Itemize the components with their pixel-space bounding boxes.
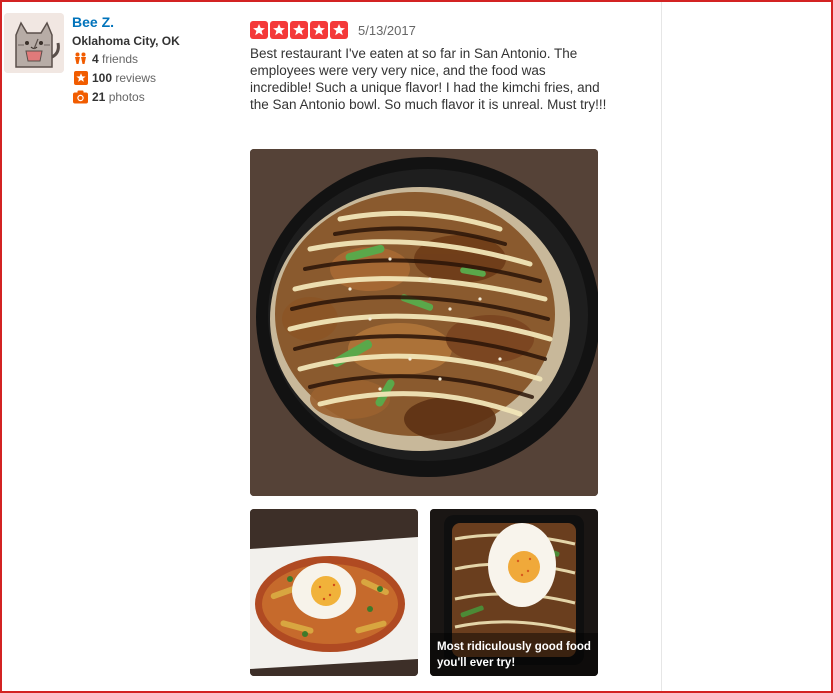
user-location: Oklahoma City, OK: [72, 34, 180, 48]
camera-icon: [73, 89, 88, 104]
food-bowl-image: [250, 149, 598, 496]
reviews-stat: 100 reviews: [73, 70, 156, 85]
friends-icon: [73, 51, 88, 66]
review-date: 5/13/2017: [358, 23, 416, 38]
review-text: Best restaurant I've eaten at so far in …: [250, 46, 607, 112]
friends-count: 4: [92, 51, 99, 66]
photos-count: 21: [92, 89, 106, 104]
friends-label: friends: [102, 51, 139, 66]
cat-avatar-icon: [4, 13, 64, 73]
star-icon: [250, 21, 268, 39]
star-icon: [310, 21, 328, 39]
friends-stat: 4 friends: [73, 51, 138, 66]
star-icon: [270, 21, 288, 39]
review-star-icon: [73, 70, 88, 85]
star-rating: [250, 21, 348, 39]
photos-stat: 21 photos: [73, 89, 145, 104]
review-photo-thumb-1[interactable]: [250, 509, 418, 676]
user-avatar[interactable]: [4, 13, 64, 73]
reviews-label: reviews: [115, 70, 157, 85]
star-icon: [290, 21, 308, 39]
photo-caption: Most ridiculously good food you'll ever …: [430, 633, 598, 676]
photos-label: photos: [108, 89, 145, 104]
kimchi-fries-image: [250, 509, 418, 676]
review-photo-thumb-2[interactable]: Most ridiculously good food you'll ever …: [430, 509, 598, 676]
sidebar-divider: [661, 2, 662, 691]
star-icon: [330, 21, 348, 39]
review-photo-main[interactable]: [250, 149, 598, 496]
reviews-count: 100: [92, 70, 113, 85]
user-name-link[interactable]: Bee Z.: [72, 14, 114, 30]
